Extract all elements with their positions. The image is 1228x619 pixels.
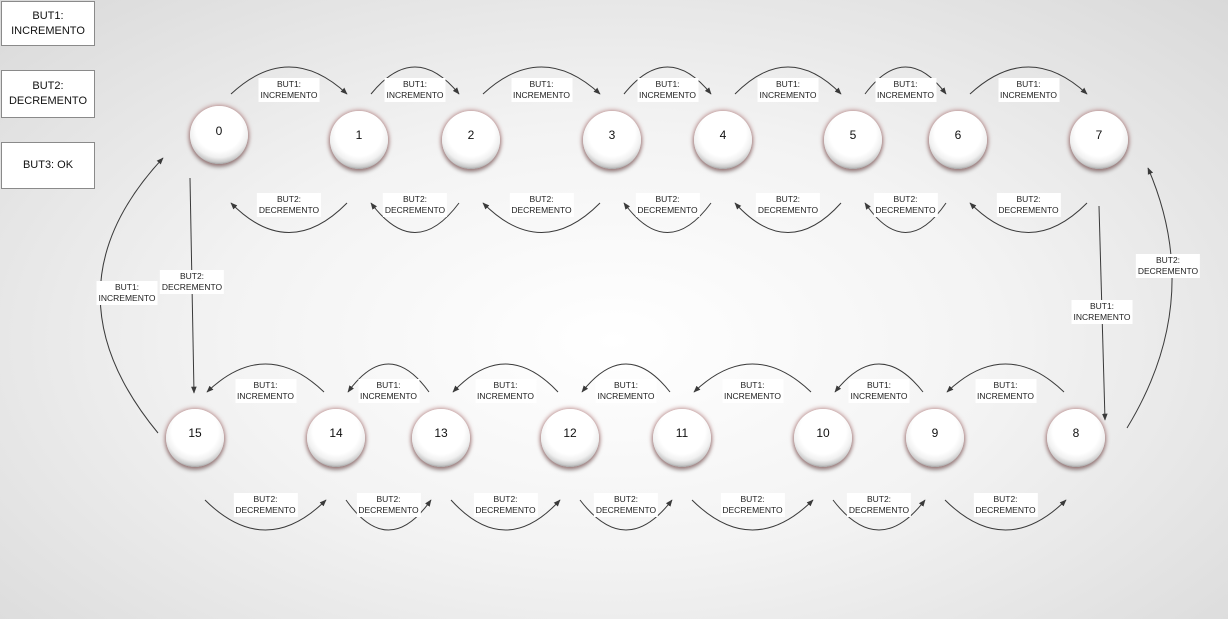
label-inc-1-2: BUT1: INCREMENTO	[384, 78, 446, 102]
label-inc-4-5: BUT1: INCREMENTO	[757, 78, 819, 102]
label-dec-5-4: BUT2: DECREMENTO	[755, 193, 821, 217]
state-node-10: 10	[794, 409, 852, 467]
label-dec-6-5: BUT2: DECREMENTO	[873, 193, 938, 217]
state-node-14: 14	[307, 409, 365, 467]
label-inc-13-14: BUT1: INCREMENTO	[358, 379, 419, 403]
label-dec-4-3: BUT2: DECREMENTO	[635, 193, 700, 217]
label-inc-10-11: BUT1: INCREMENTO	[722, 379, 783, 403]
label-inc-0-1: BUT1: INCREMENTO	[258, 78, 320, 102]
label-dec-11-10: BUT2: DECREMENTO	[720, 493, 785, 517]
state-node-5: 5	[824, 111, 882, 169]
state-node-11: 11	[653, 409, 711, 467]
label-dec-8-7: BUT2: DECREMENTO	[1135, 254, 1201, 278]
legend-box-3: BUT3: OK	[1, 142, 95, 189]
state-node-2: 2	[442, 111, 500, 169]
label-inc-12-13: BUT1: INCREMENTO	[475, 379, 536, 403]
state-node-13: 13	[412, 409, 470, 467]
label-inc-9-10: BUT1: INCREMENTO	[848, 379, 910, 403]
label-dec-1-0: BUT2: DECREMENTO	[256, 193, 322, 217]
label-dec-7-6: BUT2: DECREMENTO	[996, 193, 1061, 217]
label-inc-6-7: BUT1: INCREMENTO	[998, 78, 1059, 102]
label-dec-12-11: BUT2: DECREMENTO	[593, 493, 659, 517]
label-inc-7-8: BUT1: INCREMENTO	[1071, 300, 1133, 324]
label-dec-14-13: BUT2: DECREMENTO	[356, 493, 421, 517]
label-dec-13-12: BUT2: DECREMENTO	[473, 493, 538, 517]
label-inc-11-12: BUT1: INCREMENTO	[595, 379, 657, 403]
label-inc-14-15: BUT1: INCREMENTO	[235, 379, 296, 403]
label-inc-3-4: BUT1: INCREMENTO	[637, 78, 698, 102]
label-inc-15-0: BUT1: INCREMENTO	[96, 281, 158, 305]
state-node-4: 4	[694, 111, 752, 169]
state-node-3: 3	[583, 111, 641, 169]
label-dec-3-2: BUT2: DECREMENTO	[509, 193, 574, 217]
label-dec-0-15: BUT2: DECREMENTO	[159, 270, 225, 294]
state-node-1: 1	[330, 111, 388, 169]
label-dec-2-1: BUT2: DECREMENTO	[382, 193, 448, 217]
state-node-0: 0	[190, 106, 248, 164]
state-node-6: 6	[929, 111, 987, 169]
label-dec-9-8: BUT2: DECREMENTO	[973, 493, 1038, 517]
state-node-7: 7	[1070, 111, 1128, 169]
legend-box-2: BUT2: DECREMENTO	[1, 70, 95, 118]
arrow-dec-8-7	[1126, 167, 1173, 429]
state-node-12: 12	[541, 409, 599, 467]
label-inc-2-3: BUT1: INCREMENTO	[511, 78, 572, 102]
state-node-15: 15	[166, 409, 224, 467]
label-dec-15-14: BUT2: DECREMENTO	[233, 493, 298, 517]
state-node-8: 8	[1047, 409, 1105, 467]
state-node-9: 9	[906, 409, 964, 467]
label-inc-5-6: BUT1: INCREMENTO	[875, 78, 936, 102]
label-dec-10-9: BUT2: DECREMENTO	[846, 493, 912, 517]
legend-box-1: BUT1: INCREMENTO	[1, 1, 95, 46]
label-inc-8-9: BUT1: INCREMENTO	[975, 379, 1036, 403]
